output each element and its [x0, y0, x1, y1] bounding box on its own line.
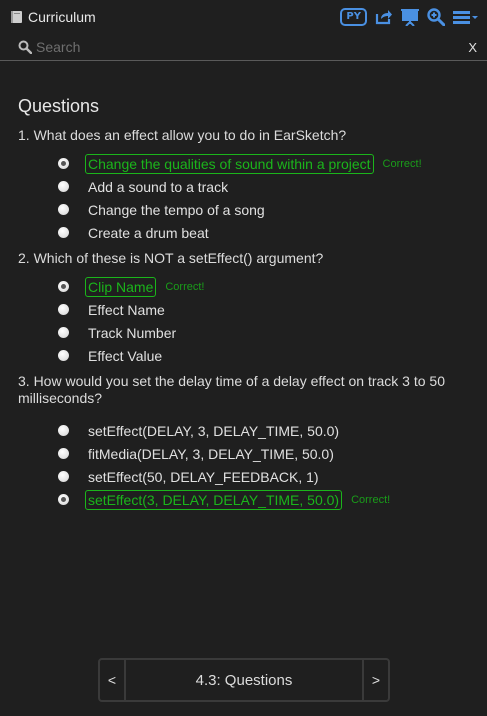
answer-label: setEffect(50, DELAY_FEEDBACK, 1): [88, 468, 319, 485]
answer-option[interactable]: Track Number: [58, 321, 468, 344]
answer-label: Clip Name: [85, 276, 157, 297]
radio-button[interactable]: [58, 281, 69, 292]
correct-feedback: Correct!: [351, 493, 391, 506]
question-text: 1. What does an effect allow you to do i…: [18, 127, 347, 143]
answer-label: Track Number: [88, 324, 177, 341]
answer-label: Change the tempo of a song: [88, 201, 265, 218]
previous-page-button[interactable]: <: [100, 660, 126, 700]
correct-feedback: Correct!: [165, 280, 205, 293]
answer-option[interactable]: Change the qualities of sound within a p…: [58, 152, 468, 175]
question-block: 3. How would you set the delay time of a…: [18, 373, 468, 511]
answer-option[interactable]: Change the tempo of a song: [58, 198, 468, 221]
radio-button[interactable]: [58, 181, 69, 192]
radio-button[interactable]: [58, 204, 69, 215]
answer-label: setEffect(DELAY, 3, DELAY_TIME, 50.0): [88, 422, 340, 439]
next-page-button[interactable]: >: [362, 660, 388, 700]
answer-option[interactable]: Clip Name Correct!: [58, 275, 468, 298]
search-icon: [18, 40, 32, 54]
question-block: 1. What does an effect allow you to do i…: [18, 127, 468, 244]
question-block: 2. Which of these is NOT a setEffect() a…: [18, 250, 468, 367]
answer-option[interactable]: Create a drum beat: [58, 221, 468, 244]
answer-label: Effect Value: [88, 347, 163, 364]
zoom-in-icon[interactable]: [427, 8, 445, 26]
answer-label: fitMedia(DELAY, 3, DELAY_TIME, 50.0): [88, 445, 334, 462]
answer-option[interactable]: setEffect(DELAY, 3, DELAY_TIME, 50.0): [58, 419, 468, 442]
answer-label: Effect Name: [88, 301, 165, 318]
presentation-icon[interactable]: [401, 8, 419, 26]
radio-button[interactable]: [58, 425, 69, 436]
answer-option[interactable]: setEffect(3, DELAY, DELAY_TIME, 50.0) Co…: [58, 488, 468, 511]
answer-label: setEffect(3, DELAY, DELAY_TIME, 50.0): [85, 489, 343, 510]
answer-label: Create a drum beat: [88, 224, 209, 241]
answer-option[interactable]: fitMedia(DELAY, 3, DELAY_TIME, 50.0): [58, 442, 468, 465]
header-toolbar: PY: [340, 8, 479, 26]
radio-button[interactable]: [58, 304, 69, 315]
curriculum-header: Curriculum PY: [0, 0, 487, 34]
answer-label: Change the qualities of sound within a p…: [85, 153, 374, 174]
share-icon[interactable]: [375, 9, 393, 25]
correct-feedback: Correct!: [382, 157, 422, 170]
radio-button[interactable]: [58, 448, 69, 459]
radio-button[interactable]: [58, 471, 69, 482]
answer-list: Change the qualities of sound within a p…: [58, 152, 468, 244]
book-icon: [11, 11, 22, 23]
answer-option[interactable]: Add a sound to a track: [58, 175, 468, 198]
radio-button[interactable]: [58, 158, 69, 169]
answer-option[interactable]: Effect Name: [58, 298, 468, 321]
radio-button[interactable]: [58, 227, 69, 238]
clear-search-button[interactable]: X: [468, 40, 477, 55]
question-text: 3. How would you set the delay time of a…: [18, 373, 445, 406]
search-bar: X: [0, 34, 487, 61]
panel-title: Curriculum: [28, 9, 96, 25]
radio-button[interactable]: [58, 327, 69, 338]
current-section-label[interactable]: 4.3: Questions: [126, 660, 362, 700]
menu-dropdown-icon[interactable]: [453, 9, 479, 25]
chapter-navigation: < 4.3: Questions >: [98, 658, 390, 702]
answer-list: setEffect(DELAY, 3, DELAY_TIME, 50.0) fi…: [58, 419, 468, 511]
answer-list: Clip Name Correct! Effect Name Track Num…: [58, 275, 468, 367]
answer-option[interactable]: Effect Value: [58, 344, 468, 367]
radio-button[interactable]: [58, 494, 69, 505]
curriculum-content: Questions 1. What does an effect allow y…: [18, 96, 468, 517]
answer-label: Add a sound to a track: [88, 178, 229, 195]
answer-option[interactable]: setEffect(50, DELAY_FEEDBACK, 1): [58, 465, 468, 488]
page-title: Questions: [18, 96, 100, 116]
search-input[interactable]: [36, 39, 456, 55]
language-toggle-button[interactable]: PY: [340, 8, 367, 26]
question-text: 2. Which of these is NOT a setEffect() a…: [18, 250, 324, 266]
radio-button[interactable]: [58, 350, 69, 361]
